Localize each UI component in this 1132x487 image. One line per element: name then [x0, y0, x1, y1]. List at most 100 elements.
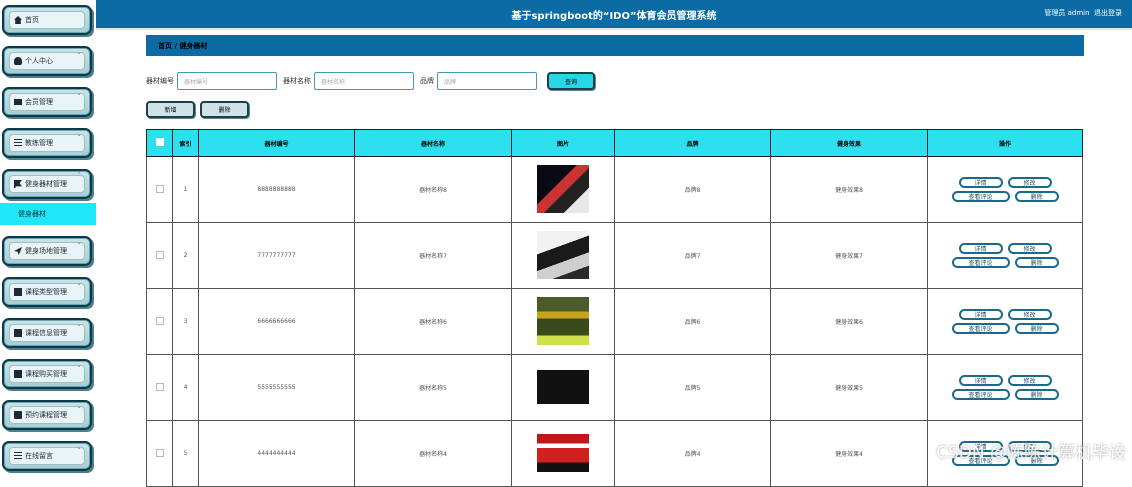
brand-input[interactable]: 品牌 — [437, 72, 537, 90]
admin-label: 管理员 admin — [1044, 9, 1090, 17]
delete-button[interactable]: 删除 — [1014, 191, 1059, 202]
sidebar-item-label: 健身场地管理 — [25, 247, 67, 255]
row-brand: 品牌8 — [614, 156, 771, 223]
row-image-cell — [511, 222, 615, 289]
equipment-name-input[interactable]: 器材名称 — [314, 72, 414, 90]
sidebar: 首页 个人中心 ⌄ 会员管理 ⌄ 教练管理 ⌄ 健身器材管理 ⌃ 健身器材 健身… — [0, 0, 96, 471]
table-header-row: 索引 器材编号 器材名称 图片 品牌 健身效果 操作 — [146, 129, 1083, 157]
delete-button[interactable]: 删除 — [1014, 323, 1059, 334]
sidebar-subitem-equipment[interactable]: 健身器材 — [0, 203, 96, 225]
view-reviews-button[interactable]: 查看评论 — [951, 323, 1010, 334]
table-row: 4 5555555555 器材名称5 品牌5 健身效果5 详情 修改 查看评论 删除 — [146, 354, 1083, 421]
header-code: 器材编号 — [198, 129, 355, 157]
row-index: 2 — [172, 222, 199, 289]
grid-icon — [14, 288, 22, 296]
detail-button[interactable]: 详情 — [958, 177, 1003, 188]
chevron-down-icon: ⌄ — [76, 361, 82, 369]
action-bar: 新增 删除 — [146, 101, 249, 118]
delete-button[interactable]: 删除 — [1014, 389, 1059, 400]
row-checkbox[interactable] — [146, 288, 173, 355]
monitor-icon — [14, 99, 22, 105]
chevron-down-icon: ⌄ — [76, 279, 82, 287]
chevron-down-icon: ⌄ — [76, 443, 82, 451]
home-icon — [14, 16, 22, 24]
row-code: 4444444444 — [198, 420, 355, 487]
row-effect: 健身效果7 — [770, 222, 928, 289]
equipment-thumbnail — [537, 362, 589, 411]
breadcrumb-home[interactable]: 首页 — [158, 41, 172, 51]
header-index: 索引 — [172, 129, 199, 157]
header-name: 器材名称 — [354, 129, 512, 157]
row-code: 8888888888 — [198, 156, 355, 223]
sliders-icon — [14, 452, 22, 460]
chevron-down-icon: ⌄ — [76, 238, 82, 246]
logout-link[interactable]: 退出登录 — [1094, 9, 1122, 17]
detail-button[interactable]: 详情 — [958, 243, 1003, 254]
sidebar-item-label: 课程信息管理 — [25, 329, 67, 337]
row-checkbox[interactable] — [146, 156, 173, 223]
breadcrumb: 首页 / 健身器材 — [146, 35, 1084, 56]
sidebar-item-course-info[interactable]: 课程信息管理 ⌄ — [2, 318, 92, 348]
view-reviews-button[interactable]: 查看评论 — [951, 191, 1010, 202]
query-button[interactable]: 查询 — [547, 72, 595, 90]
sidebar-item-course-purchase[interactable]: 课程购买管理 ⌄ — [2, 359, 92, 389]
plane-icon — [14, 247, 22, 255]
flag-icon — [14, 180, 22, 188]
row-checkbox[interactable] — [146, 354, 173, 421]
header-image: 图片 — [511, 129, 615, 157]
table-row: 2 7777777777 器材名称7 品牌7 健身效果7 详情 修改 查看评论 删除 — [146, 222, 1083, 289]
row-name: 器材名称6 — [354, 288, 512, 355]
sidebar-item-members[interactable]: 会员管理 ⌄ — [2, 87, 92, 117]
edit-button[interactable]: 修改 — [1007, 309, 1052, 320]
row-brand: 品牌4 — [614, 420, 771, 487]
sidebar-item-label: 课程类型管理 — [25, 288, 67, 296]
top-bar: 基于springboot的“IDO”体育会员管理系统 管理员 admin 退出登… — [96, 0, 1132, 30]
row-actions: 详情 修改查看评论 删除 — [927, 156, 1083, 223]
sidebar-item-reservations[interactable]: 预约课程管理 ⌄ — [2, 400, 92, 430]
equipment-thumbnail — [537, 296, 589, 345]
sidebar-item-label: 首页 — [25, 16, 39, 24]
row-brand: 品牌7 — [614, 222, 771, 289]
list-icon — [14, 139, 22, 147]
equipment-name-label: 器材名称 — [283, 77, 311, 85]
row-checkbox[interactable] — [146, 420, 173, 487]
app-title: 基于springboot的“IDO”体育会员管理系统 — [511, 11, 717, 22]
add-button[interactable]: 新增 — [146, 101, 195, 118]
row-name: 器材名称4 — [354, 420, 512, 487]
sidebar-item-course-types[interactable]: 课程类型管理 ⌄ — [2, 277, 92, 307]
edit-button[interactable]: 修改 — [1007, 375, 1052, 386]
table-row: 1 8888888888 器材名称8 品牌8 健身效果8 详情 修改 查看评论 删除 — [146, 156, 1083, 223]
row-effect: 健身效果4 — [770, 420, 928, 487]
equipment-thumbnail — [537, 164, 589, 213]
row-image-cell — [511, 156, 615, 223]
sidebar-item-label: 会员管理 — [25, 98, 53, 106]
row-effect: 健身效果6 — [770, 288, 928, 355]
row-index: 4 — [172, 354, 199, 421]
sidebar-item-venues[interactable]: 健身场地管理 ⌄ — [2, 236, 92, 266]
edit-button[interactable]: 修改 — [1007, 243, 1052, 254]
sidebar-item-equipment[interactable]: 健身器材管理 ⌃ — [2, 169, 92, 199]
chevron-down-icon: ⌄ — [76, 130, 82, 138]
row-actions: 详情 修改查看评论 删除 — [927, 288, 1083, 355]
row-name: 器材名称7 — [354, 222, 512, 289]
sidebar-item-profile[interactable]: 个人中心 ⌄ — [2, 46, 92, 76]
sidebar-item-label: 个人中心 — [25, 57, 53, 65]
view-reviews-button[interactable]: 查看评论 — [951, 257, 1010, 268]
sidebar-item-messages[interactable]: 在线留言 ⌄ — [2, 441, 92, 471]
detail-button[interactable]: 详情 — [958, 375, 1003, 386]
watermark: CSDN @陈陈计算机毕设 — [936, 443, 1126, 463]
sidebar-item-home[interactable]: 首页 — [2, 5, 92, 35]
sidebar-item-label: 教练管理 — [25, 139, 53, 147]
edit-button[interactable]: 修改 — [1007, 177, 1052, 188]
row-checkbox[interactable] — [146, 222, 173, 289]
sidebar-item-coaches[interactable]: 教练管理 ⌄ — [2, 128, 92, 158]
detail-button[interactable]: 详情 — [958, 309, 1003, 320]
equipment-thumbnail — [537, 230, 589, 279]
view-reviews-button[interactable]: 查看评论 — [951, 389, 1010, 400]
equipment-code-input[interactable]: 器材编号 — [177, 72, 277, 90]
delete-button[interactable]: 删除 — [1014, 257, 1059, 268]
row-code: 5555555555 — [198, 354, 355, 421]
row-effect: 健身效果8 — [770, 156, 928, 223]
batch-delete-button[interactable]: 删除 — [200, 101, 249, 118]
select-all-checkbox[interactable] — [146, 129, 173, 157]
